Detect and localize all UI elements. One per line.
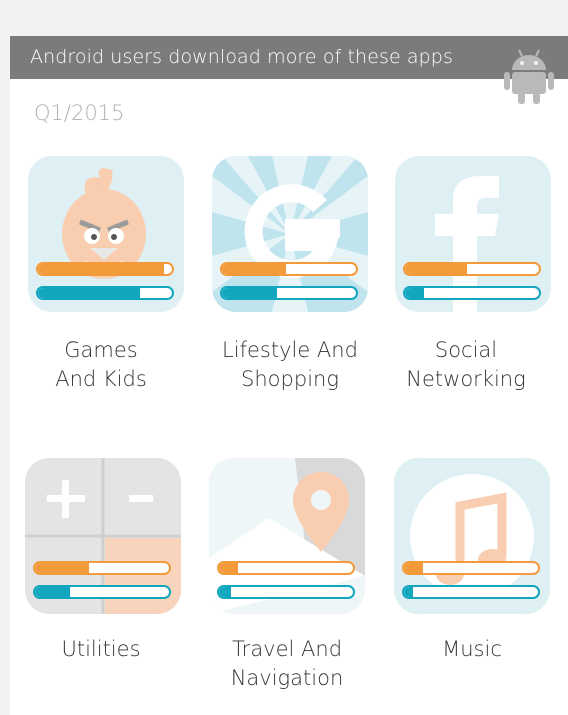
lifestyle-shopping-label: Lifestyle And Shopping — [222, 338, 358, 391]
utilities-tile[interactable] — [25, 458, 181, 614]
teal-bar — [217, 585, 355, 599]
teal-bar — [36, 286, 174, 300]
music-tile[interactable] — [394, 458, 550, 614]
orange-bar — [217, 561, 355, 575]
banner-title: Android users download more of these app… — [30, 46, 453, 68]
social-networking-tile[interactable] — [395, 156, 551, 312]
orange-bar — [220, 262, 358, 276]
music-label: Music — [442, 637, 502, 661]
games-kids-tile[interactable] — [28, 156, 184, 312]
utilities-label: Utilities — [61, 637, 141, 661]
orange-bar — [402, 561, 540, 575]
date-label: Q1/2015 — [34, 101, 125, 125]
orange-bar — [36, 262, 174, 276]
orange-bar — [403, 262, 541, 276]
travel-navigation-tile[interactable] — [209, 458, 365, 614]
header-banner: Android users download more of these app… — [10, 36, 568, 79]
travel-navigation-label: Travel And Navigation — [230, 637, 344, 690]
orange-bar — [33, 561, 171, 575]
social-networking-label: Social Networking — [406, 338, 526, 391]
teal-bar — [220, 286, 358, 300]
android-robot-icon — [504, 49, 554, 104]
lifestyle-shopping-tile[interactable] — [212, 156, 368, 312]
teal-bar — [33, 585, 171, 599]
games-kids-label: Games And Kids — [55, 338, 147, 391]
teal-bar — [402, 585, 540, 599]
teal-bar — [403, 286, 541, 300]
